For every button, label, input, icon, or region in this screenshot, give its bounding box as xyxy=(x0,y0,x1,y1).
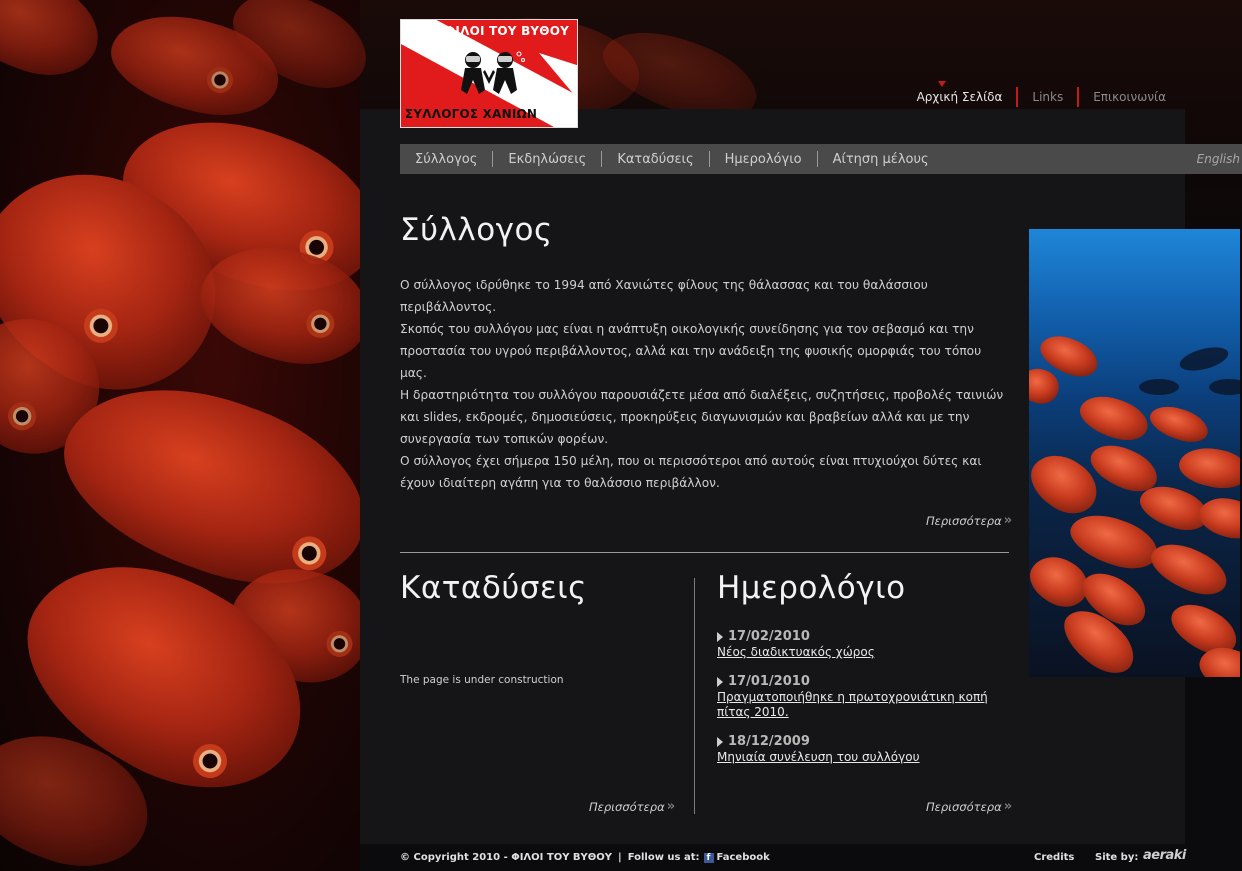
list-item: 17/02/2010 Νέος διαδικτυακός χώρος xyxy=(717,629,1012,660)
column-divider xyxy=(694,578,695,814)
paragraph: Σκοπός του συλλόγου μας είναι η ανάπτυξη… xyxy=(400,322,982,380)
event-link[interactable]: Μηνιαία συνέλευση του συλλόγου xyxy=(717,750,1012,765)
double-chevron-icon: » xyxy=(1003,799,1013,814)
club-logo[interactable]: ΦΙΛΟΙ ΤΟΥ ΒΥΘΟΥ ΣΥΛΛΟΓΟΣ ΧΑΝΙΩΝ xyxy=(400,19,578,128)
section-divider xyxy=(400,552,1009,553)
calendar-title: Ημερολόγιο xyxy=(717,570,906,606)
links-link[interactable]: Links xyxy=(1018,90,1077,104)
footer-separator: | xyxy=(618,852,622,863)
event-link[interactable]: Πραγματοποιήθηκε η πρωτοχρονιάτικη κοπή … xyxy=(717,690,1012,720)
language-switch[interactable]: English xyxy=(1197,152,1240,166)
club-more-link[interactable]: Περισσότερα» xyxy=(926,513,1013,528)
divers-icon xyxy=(456,51,525,94)
list-item: 17/01/2010 Πραγματοποιήθηκε η πρωτοχρονι… xyxy=(717,674,1012,720)
nav-item-events[interactable]: Εκδηλώσεις xyxy=(493,152,601,167)
dives-more-link[interactable]: Περισσότερα» xyxy=(589,799,676,814)
more-label: Περισσότερα xyxy=(589,799,665,814)
main-nav: Σύλλογος Εκδηλώσεις Καταδύσεις Ημερολόγι… xyxy=(400,144,1242,174)
paragraph: Η δραστηριότητα του συλλόγου παρουσιάζετ… xyxy=(400,388,1004,446)
contact-link[interactable]: Επικοινωνία xyxy=(1079,90,1180,104)
list-item: 18/12/2009 Μηνιαία συνέλευση του συλλόγο… xyxy=(717,734,1012,765)
facebook-icon: f xyxy=(703,852,714,863)
credits-link[interactable]: Credits xyxy=(1034,852,1074,863)
facebook-link[interactable]: Facebook xyxy=(717,852,770,863)
more-label: Περισσότερα xyxy=(926,799,1002,814)
follow-label: Follow us at: xyxy=(627,852,700,863)
active-marker-icon xyxy=(937,81,946,87)
calendar-more-link[interactable]: Περισσότερα» xyxy=(926,799,1013,814)
copyright-text: © Copyright 2010 - ΦΙΛΟΙ ΤΟΥ ΒΥΘΟΥ xyxy=(400,852,613,863)
double-chevron-icon: » xyxy=(1003,513,1013,528)
event-link[interactable]: Νέος διαδικτυακός χώρος xyxy=(717,645,1012,660)
site-by-label: Site by: xyxy=(1095,852,1139,863)
event-date: 17/02/2010 xyxy=(717,629,1012,644)
play-arrow-icon xyxy=(717,676,723,687)
top-links: Αρχική Σελίδα Links Επικοινωνία xyxy=(903,81,1180,107)
nav-item-calendar[interactable]: Ημερολόγιο xyxy=(710,152,817,167)
paragraph: Ο σύλλογος ιδρύθηκε το 1994 από Χανιώτες… xyxy=(400,278,928,314)
logo-bottom-text: ΣΥΛΛΟΓΟΣ ΧΑΝΙΩΝ xyxy=(405,107,538,121)
play-arrow-icon xyxy=(717,736,723,747)
nav-item-dives[interactable]: Καταδύσεις xyxy=(602,152,708,167)
page-title: Σύλλογος xyxy=(400,212,553,248)
more-label: Περισσότερα xyxy=(926,513,1002,528)
paragraph: Ο σύλλογος έχει σήμερα 150 μέλη, που οι … xyxy=(400,454,982,490)
event-date: 17/01/2010 xyxy=(717,674,1012,689)
logo-top-text: ΦΙΛΟΙ ΤΟΥ ΒΥΘΟΥ xyxy=(445,24,569,38)
event-list: 17/02/2010 Νέος διαδικτυακός χώρος 17/01… xyxy=(717,629,1012,779)
home-link[interactable]: Αρχική Σελίδα xyxy=(903,90,1017,104)
under-construction-text: The page is under construction xyxy=(400,674,564,686)
nav-item-membership[interactable]: Αίτηση μέλους xyxy=(818,152,944,167)
underwater-photo xyxy=(1029,229,1240,677)
club-description: Ο σύλλογος ιδρύθηκε το 1994 από Χανιώτες… xyxy=(400,274,1008,494)
nav-item-club[interactable]: Σύλλογος xyxy=(400,152,492,167)
event-date: 18/12/2009 xyxy=(717,734,1012,749)
dives-title: Καταδύσεις xyxy=(400,570,587,606)
aeraki-logo[interactable]: aeraki xyxy=(1143,848,1186,863)
double-chevron-icon: » xyxy=(666,799,676,814)
play-arrow-icon xyxy=(717,631,723,642)
